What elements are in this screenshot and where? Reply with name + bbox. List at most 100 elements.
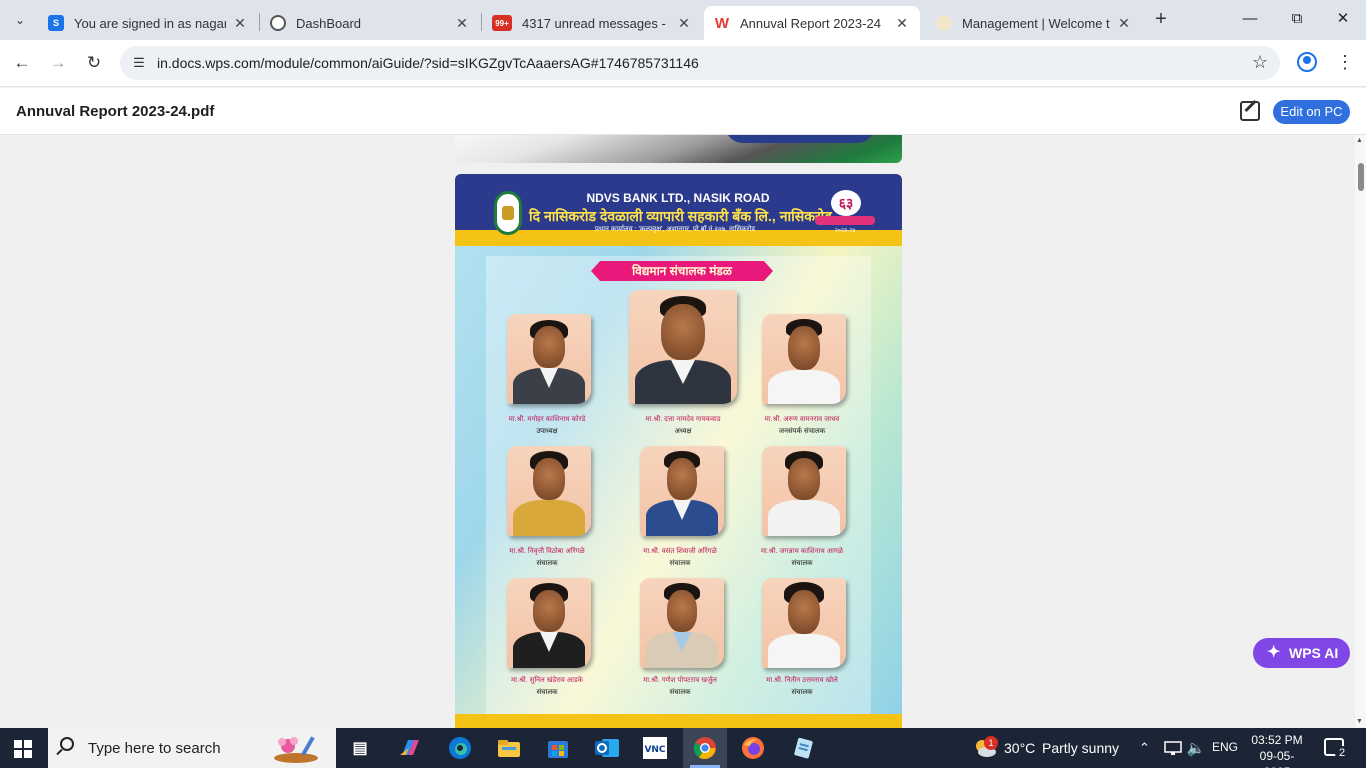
- page-header-banner: NDVS BANK LTD., NASIK ROAD दि नासिकरोड द…: [455, 174, 902, 246]
- member-photo: [507, 446, 591, 536]
- member-role: संचालक: [791, 560, 813, 567]
- member-role: संचालक: [669, 560, 691, 567]
- tab-title: Management | Welcome to: [962, 15, 1110, 31]
- new-tab-plus-icon[interactable]: +: [1150, 8, 1172, 30]
- svg-text:VNC: VNC: [644, 745, 665, 755]
- close-icon[interactable]: ✕: [1116, 15, 1132, 32]
- member-name: मा.श्री. अरुण वामनराव जाधव: [764, 416, 840, 423]
- window-close-icon[interactable]: ✕: [1332, 8, 1354, 30]
- system-clock[interactable]: 03:52 PM 09-05-2025: [1249, 732, 1305, 768]
- profile-avatar-icon[interactable]: [1297, 52, 1317, 72]
- browser-menu-icon[interactable]: ⋮: [1336, 51, 1354, 73]
- minimize-icon[interactable]: —: [1239, 8, 1261, 30]
- firefox-icon[interactable]: [738, 734, 768, 762]
- show-hidden-icons-chevron-icon[interactable]: ⌃: [1139, 740, 1150, 756]
- member-name: मा.श्री. निवृत्ती विठोबा अरिंगळे: [509, 548, 585, 555]
- site-info-icon[interactable]: ☰: [130, 54, 148, 72]
- back-arrow-icon[interactable]: ←: [11, 52, 33, 74]
- member-photo: [762, 446, 846, 536]
- tab-dashboard[interactable]: DashBoard ✕: [260, 6, 480, 40]
- close-icon[interactable]: ✕: [894, 15, 910, 32]
- member-role: जनसंपर्क संचालक: [778, 428, 826, 435]
- section-title: विद्यमान संचालक मंडळ: [591, 261, 773, 281]
- copilot-icon[interactable]: [395, 734, 425, 762]
- restore-icon[interactable]: ⧉: [1286, 8, 1308, 30]
- member-photo: [629, 290, 737, 404]
- document-viewer[interactable]: NDVS BANK LTD., NASIK ROAD दि नासिकरोड द…: [0, 135, 1355, 728]
- member-photo: [640, 446, 724, 536]
- edge-icon[interactable]: [445, 734, 475, 762]
- reload-icon[interactable]: ↻: [83, 52, 105, 74]
- member-role: संचालक: [536, 560, 558, 567]
- member-name: मा.श्री. मनोहर काशिनाथ कोरडे: [508, 416, 586, 423]
- vertical-scrollbar[interactable]: [1355, 135, 1366, 728]
- windows-start-icon[interactable]: [14, 740, 32, 758]
- weather-badge: 1: [984, 736, 998, 750]
- previous-page-bottom: [455, 135, 902, 163]
- document-title: Annuval Report 2023-24.pdf: [16, 103, 215, 120]
- weather-description[interactable]: Partly sunny: [1042, 740, 1119, 756]
- bookmark-star-icon[interactable]: ☆: [1252, 52, 1268, 73]
- notification-count: 2: [1335, 746, 1349, 760]
- mail-icon: 99+: [492, 15, 512, 31]
- wps-header: Annuval Report 2023-24.pdf Edit on PC: [0, 88, 1366, 135]
- microsoft-store-icon[interactable]: [543, 734, 573, 762]
- scroll-down-icon[interactable]: ▼: [1356, 718, 1363, 725]
- member-name: मा.श्री. जगन्नाथ काशिनाथ आगळे: [760, 548, 844, 555]
- tab-mail[interactable]: 99+ 4317 unread messages - incl ✕: [482, 6, 702, 40]
- tab-strip: ⌄ S You are signed in as nagarey ✕ DashB…: [0, 0, 1366, 40]
- member-name: मा.श्री. नितीन उत्तमराव खोले: [766, 677, 838, 684]
- sparkle-icon: ✦: [1267, 644, 1281, 661]
- tab-title: 4317 unread messages - incl: [522, 15, 670, 31]
- tab-management[interactable]: Management | Welcome to ✕: [926, 6, 1142, 40]
- windows-taskbar: Type here to search ▤ VNC 1 30°C Partly …: [0, 728, 1366, 768]
- close-icon[interactable]: ✕: [676, 15, 692, 32]
- pdf-page: NDVS BANK LTD., NASIK ROAD दि नासिकरोड द…: [455, 174, 902, 728]
- tab-search-chevron-icon[interactable]: ⌄: [8, 8, 32, 32]
- scrollbar-thumb[interactable]: [1358, 163, 1364, 191]
- tab-signed-in[interactable]: S You are signed in as nagarey ✕: [38, 6, 258, 40]
- address-bar[interactable]: ☰ in.docs.wps.com/module/common/aiGuide/…: [120, 46, 1280, 80]
- tab-annual-report[interactable]: W Annuval Report 2023-24 ✕: [704, 6, 920, 40]
- task-view-icon[interactable]: ▤: [345, 734, 375, 762]
- language-indicator[interactable]: ENG: [1212, 740, 1238, 754]
- vnc-viewer-icon[interactable]: VNC: [640, 734, 670, 762]
- close-icon[interactable]: ✕: [454, 15, 470, 32]
- chrome-icon[interactable]: [690, 734, 720, 762]
- wps-ai-label: WPS AI: [1289, 645, 1339, 661]
- bank-name-marathi: दि नासिकरोड देवळाली व्यापारी सहकारी बँक …: [529, 208, 832, 224]
- clock-date: 09-05-2025: [1259, 749, 1295, 768]
- badge-number: ६३: [831, 190, 861, 216]
- edit-on-pc-button[interactable]: Edit on PC: [1273, 100, 1350, 124]
- site-icon: [936, 15, 952, 31]
- wps-ai-button[interactable]: ✦ WPS AI: [1253, 638, 1350, 668]
- weather-temperature[interactable]: 30°C: [1004, 740, 1035, 756]
- file-explorer-icon[interactable]: [494, 734, 524, 762]
- notepad-icon[interactable]: [788, 734, 818, 762]
- tab-title: You are signed in as nagarey: [74, 15, 226, 31]
- bank-logo-icon: [494, 191, 522, 235]
- scroll-up-icon[interactable]: ▲: [1356, 137, 1363, 144]
- member-role: संचालक: [791, 689, 813, 696]
- tab-title: DashBoard: [296, 15, 362, 31]
- member-name: मा.श्री. गणेश पोपटराव खर्जुल: [643, 677, 717, 684]
- outlook-icon[interactable]: [592, 734, 622, 762]
- clock-time: 03:52 PM: [1251, 733, 1303, 747]
- globe-icon: [270, 15, 286, 31]
- url-text[interactable]: in.docs.wps.com/module/common/aiGuide/?s…: [157, 55, 699, 71]
- badge-year: २०२३-२४: [834, 228, 856, 234]
- member-photo: [762, 578, 846, 668]
- search-placeholder: Type here to search: [88, 740, 221, 757]
- page-decor-band: [725, 135, 875, 143]
- member-photo: [507, 314, 591, 404]
- edit-pencil-icon[interactable]: [1240, 101, 1260, 121]
- forward-arrow-icon[interactable]: →: [47, 52, 69, 74]
- taskbar-search[interactable]: Type here to search: [48, 728, 336, 768]
- close-icon[interactable]: ✕: [232, 15, 248, 32]
- member-name: मा.श्री. वसंत शिवाजी अरिंगळे: [643, 548, 717, 555]
- badge-ribbon: [815, 216, 875, 225]
- volume-icon[interactable]: 🔈: [1181, 734, 1211, 762]
- member-photo: [507, 578, 591, 668]
- member-photo: [640, 578, 724, 668]
- anniversary-badge: ६३ २०२३-२४: [811, 188, 879, 236]
